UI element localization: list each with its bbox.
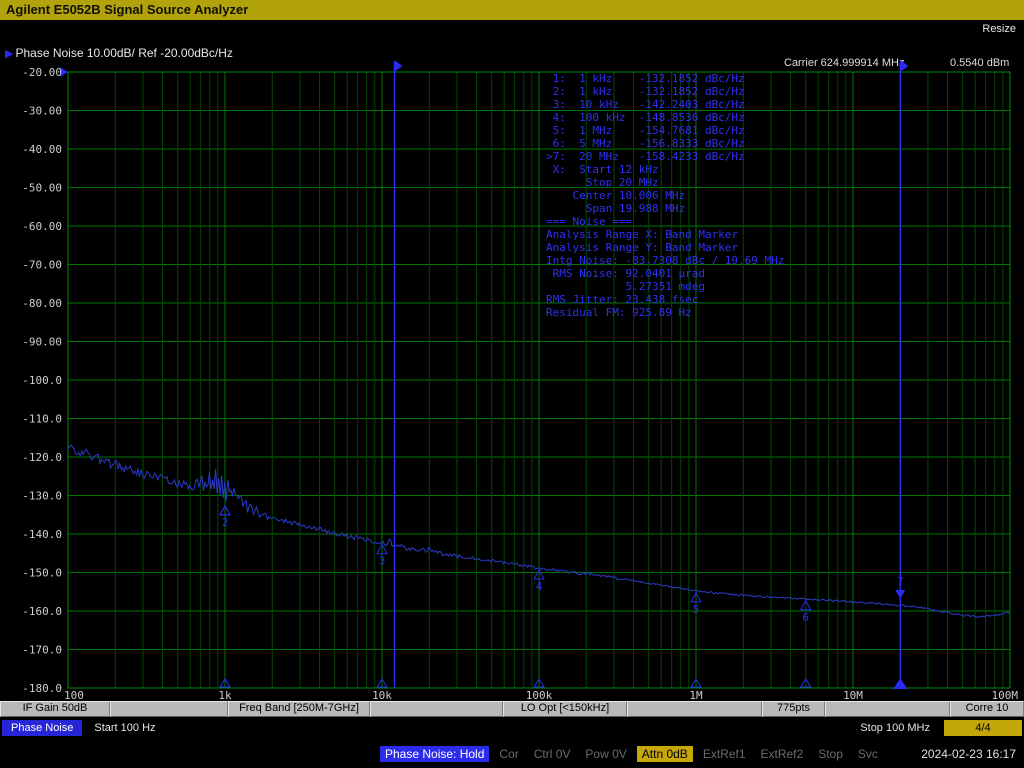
phase-noise-plot[interactable]: -20.00 -30.00 -40.00 -50.00 -60.00 -70.00 -80.… [0,40,1024,700]
bottom-item-cor: Cor [494,746,523,762]
readout-line: Center 10.006 MHz [546,189,784,202]
readout-line: Residual FM: 925.89 Hz [546,306,784,319]
x-tick-label: 10M [843,689,863,700]
readout-line: X: Start 12 kHz [546,163,784,176]
readout-line: Span 19.988 MHz [546,202,784,215]
x-tick-label: 10k [372,689,392,700]
y-tick-label: -140.0 [22,528,62,541]
y-tick-label: -80.00 [22,297,62,310]
readout-line: Stop 20 MHz [546,176,784,189]
app-window: Agilent E5052B Signal Source Analyzer Re… [0,0,1024,768]
readout-line: 1: 1 kHz -132.1852 dBc/Hz [546,72,784,85]
marker-7-label: 7 [897,575,904,588]
bottom-item-extref1: ExtRef1 [698,746,751,762]
band-marker-flag-icon[interactable] [394,60,402,72]
marker-2-label: 2 [222,516,229,529]
bottom-item-attn-0db[interactable]: Attn 0dB [637,746,693,762]
band-marker-flag-icon[interactable] [900,60,908,72]
readout-line: Analysis Range Y: Band Marker [546,241,784,254]
bottom-item-pow-0v: Pow 0V [580,746,631,762]
status-seg-lo-opt-150khz-: LO Opt [<150kHz] [503,701,627,717]
status-seg-if-gain-50db: IF Gain 50dB [0,701,110,717]
resize-button[interactable]: Resize [982,23,1016,35]
marker-7-icon[interactable] [895,590,905,599]
page-indicator[interactable]: 4/4 [944,720,1022,736]
marker-4-label: 4 [536,580,543,593]
bottom-item-ctrl-0v: Ctrl 0V [529,746,576,762]
y-tick-label: -20.00 [22,66,62,79]
bottom-item-extref2: ExtRef2 [756,746,809,762]
status-seg-empty [110,701,228,717]
y-tick-label: -30.00 [22,105,62,118]
marker-7-axis-icon[interactable] [893,678,907,689]
readout-line: RMS Noise: 92.0401 μrad [546,267,784,280]
status-seg-empty [825,701,950,717]
y-tick-label: -180.0 [22,682,62,695]
bottom-item-stop: Stop [813,746,848,762]
readout-line: 5.27351 mdeg [546,280,784,293]
marker-6-label: 6 [802,611,809,624]
y-tick-label: -170.0 [22,644,62,657]
x-tick-label: 1k [218,689,232,700]
x-tick-label: 100 [64,689,84,700]
y-tick-label: -40.00 [22,143,62,156]
readout-line: 2: 1 kHz -132.1852 dBc/Hz [546,85,784,98]
sweep-start-label: Start 100 Hz [94,722,155,734]
y-tick-label: -60.00 [22,220,62,233]
status-seg-775pts: 775pts [762,701,825,717]
y-tick-label: -130.0 [22,490,62,503]
title-bar: Agilent E5052B Signal Source Analyzer [0,0,1024,20]
status-seg-freq-band-250m-7ghz-: Freq Band [250M-7GHz] [228,701,370,717]
datetime-label: 2024-02-23 16:17 [921,747,1016,761]
readout-line: 5: 1 MHz -154.7681 dBc/Hz [546,124,784,137]
x-tick-label: 100M [992,689,1019,700]
y-tick-label: -50.00 [22,182,62,195]
bottom-item-phase-noise-hold[interactable]: Phase Noise: Hold [380,746,489,762]
trace-bar: Phase Noise Start 100 Hz Stop 100 MHz 4/… [0,719,1024,737]
status-seg-corre-10: Corre 10 [950,701,1024,717]
readout-line: === Noise === [546,215,784,228]
y-tick-label: -90.00 [22,336,62,349]
bottom-item-svc: Svc [853,746,883,762]
status-bar: IF Gain 50dB Freq Band [250M-7GHz] LO Opt … [0,701,1024,717]
x-tick-label: 1M [689,689,703,700]
readout-block: 1: 1 kHz -132.1852 dBc/Hz 2: 1 kHz -132.… [546,72,784,319]
marker-3-label: 3 [379,555,386,568]
bottom-bar: Phase Noise: Hold Cor Ctrl 0VPow 0V Attn 0d… [0,743,1024,764]
window-title: Agilent E5052B Signal Source Analyzer [6,2,248,17]
readout-line: >7: 20 MHz -158.4233 dBc/Hz [546,150,784,163]
status-seg-empty [370,701,503,717]
bottom-items: Phase Noise: Hold Cor Ctrl 0VPow 0V Attn 0d… [380,746,888,762]
readout-line: 4: 100 kHz -148.8536 dBc/Hz [546,111,784,124]
y-tick-label: -150.0 [22,567,62,580]
x-tick-label: 100k [526,689,553,700]
y-tick-label: -160.0 [22,605,62,618]
marker-5-label: 5 [693,603,700,616]
readout-line: Analysis Range X: Band Marker [546,228,784,241]
y-tick-label: -70.00 [22,259,62,272]
sweep-stop-label: Stop 100 MHz [860,722,930,734]
readout-line: 3: 10 kHz -142.2403 dBc/Hz [546,98,784,111]
y-tick-label: -120.0 [22,451,62,464]
y-tick-label: -100.0 [22,374,62,387]
readout-line: RMS Jitter: 23.438 fsec [546,293,784,306]
tab-phase-noise[interactable]: Phase Noise [2,720,82,736]
readout-line: 6: 5 MHz -156.8333 dBc/Hz [546,137,784,150]
status-seg-empty [627,701,762,717]
readout-line: Intg Noise: -83.7308 dBc / 19.69 MHz [546,254,784,267]
y-tick-label: -110.0 [22,413,62,426]
